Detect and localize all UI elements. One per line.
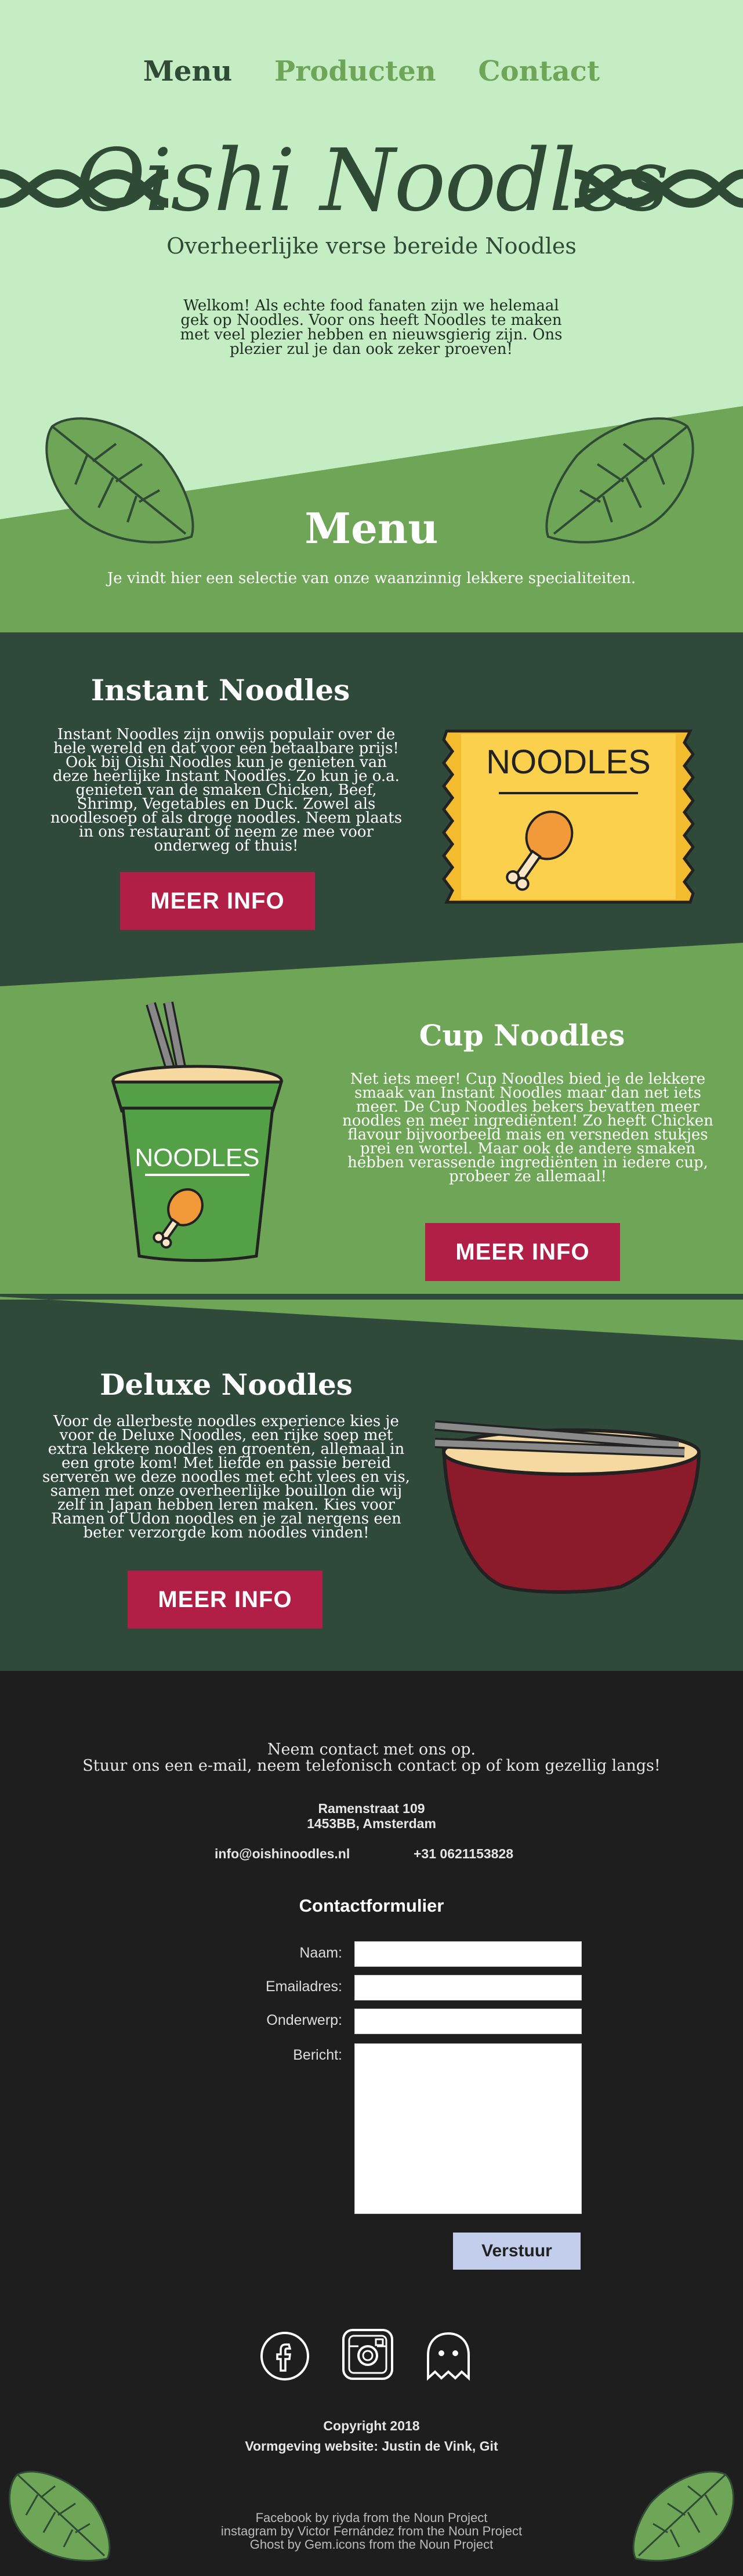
contact-form-title: Contactformulier xyxy=(299,1895,444,1916)
footer-intro-2: Stuur ons een e-mail, neem telefonisch c… xyxy=(82,1757,661,1775)
email-label: Emailadres: xyxy=(266,1978,342,1995)
email-field[interactable] xyxy=(354,1975,582,2000)
nav-item-producten[interactable]: Producten xyxy=(274,55,436,88)
instagram-icon[interactable] xyxy=(341,2328,394,2381)
attribution-ghost: Ghost by Gem.icons from the Noun Project xyxy=(249,2537,494,2552)
main-nav: Menu Producten Contact xyxy=(0,55,743,88)
product-text-cup: Net iets meer! Cup Noodles bied je de le… xyxy=(342,1070,713,1185)
facebook-icon[interactable] xyxy=(259,2330,311,2382)
tagline: Overheerlijke verse bereide Noodles xyxy=(166,233,577,259)
meer-info-button-cup[interactable]: MEER INFO xyxy=(425,1223,620,1281)
message-label: Bericht: xyxy=(293,2047,342,2063)
menu-subtitle: Je vindt hier een selectie van onze waan… xyxy=(107,570,636,587)
pack-label: NOODLES xyxy=(486,743,651,781)
nav-item-contact[interactable]: Contact xyxy=(478,55,600,88)
meer-info-button-deluxe[interactable]: MEER INFO xyxy=(128,1571,322,1629)
nav-item-menu[interactable]: Menu xyxy=(143,55,232,88)
subject-label: Onderwerp: xyxy=(266,2012,342,2028)
product-title-cup: Cup Noodles xyxy=(419,1018,625,1052)
product-text-deluxe: Voor de allerbeste noodles experience ki… xyxy=(42,1413,410,1542)
product-text-instant: Instant Noodles zijn onwijs populair ove… xyxy=(50,726,403,855)
menu-title: Menu xyxy=(305,504,438,553)
welcome-text: Welkom! Als echte food fanaten zijn we h… xyxy=(180,297,563,358)
cup-label: NOODLES xyxy=(135,1144,259,1172)
address-street: Ramenstraat 109 xyxy=(318,1801,425,1816)
ghost-icon[interactable] xyxy=(422,2329,474,2382)
meer-info-button-instant[interactable]: MEER INFO xyxy=(120,872,315,930)
name-field[interactable] xyxy=(354,1941,582,1967)
credits: Vormgeving website: Justin de Vink, Git xyxy=(245,2438,498,2454)
footer-email-link[interactable]: info@oishinoodles.nl xyxy=(215,1846,350,1862)
footer-intro-1: Neem contact met ons op. xyxy=(267,1741,476,1759)
address-city: 1453BB, Amsterdam xyxy=(307,1816,436,1831)
message-field[interactable] xyxy=(354,2043,582,2214)
product-title-instant: Instant Noodles xyxy=(90,673,350,707)
subject-field[interactable] xyxy=(354,2009,582,2034)
footer-phone-link[interactable]: +31 0621153828 xyxy=(414,1846,513,1862)
logo: Oishi Noodles xyxy=(75,131,669,230)
copyright: Copyright 2018 xyxy=(323,2418,420,2433)
deluxe-bowl-icon xyxy=(434,1420,701,1594)
product-title-deluxe: Deluxe Noodles xyxy=(100,1367,353,1402)
name-label: Naam: xyxy=(299,1945,342,1961)
instant-noodles-pack-icon: NOODLES xyxy=(441,729,695,904)
submit-button[interactable]: Verstuur xyxy=(453,2233,581,2270)
cup-noodles-icon: NOODLES xyxy=(111,1001,284,1262)
